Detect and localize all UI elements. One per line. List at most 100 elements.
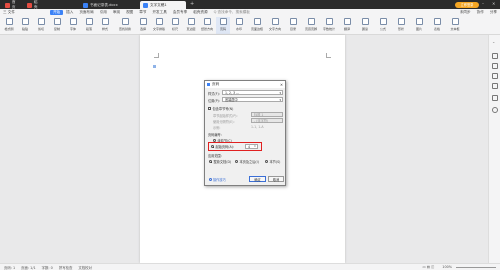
shape-icon	[397, 18, 405, 25]
zoom-level[interactable]: 100%	[442, 265, 452, 269]
start-at-spinner[interactable]: 4 ⇕	[245, 144, 258, 149]
new-tab-icon[interactable]: +	[190, 1, 194, 7]
ribbon-button[interactable]: 公式	[376, 17, 390, 34]
ribbon-button[interactable]: 页码	[216, 17, 230, 34]
tab-document-1-label: 书面记录表.docx	[90, 2, 118, 7]
page-corner-mark	[154, 53, 159, 58]
paragraph-icon	[85, 18, 93, 25]
ribbon-button[interactable]: 页面边框	[250, 17, 264, 34]
shape-panel-icon[interactable]	[492, 73, 498, 79]
status-proofread[interactable]: 文档校对	[78, 265, 92, 270]
ribbon-button[interactable]: 字体	[66, 17, 80, 34]
ribbon-button[interactable]: 水印	[232, 17, 246, 34]
ribbon-button[interactable]: 目录	[286, 17, 300, 34]
menu-insert[interactable]: 插入	[63, 10, 76, 15]
ribbon-button[interactable]: 粘贴	[18, 17, 32, 34]
ribbon-button[interactable]: 选择	[136, 17, 150, 34]
ribbon-button[interactable]: 文本框	[448, 17, 462, 34]
separator-label: 使用分隔符(E):	[213, 120, 235, 124]
ribbon-button[interactable]: 复制	[50, 17, 64, 34]
search-command-input[interactable]: Q 查找命令、搜索模板	[211, 10, 253, 15]
close-icon[interactable]: ✕	[492, 1, 495, 6]
ribbon-button[interactable]: 形状	[394, 17, 408, 34]
read-aloud-icon	[361, 18, 369, 25]
apply-this-page-after-radio[interactable]: 本页及之后(I)	[235, 159, 259, 164]
menu-member[interactable]: 会员专享	[170, 10, 190, 15]
menu-file[interactable]: 三 文件	[0, 10, 18, 15]
menu-section[interactable]: 章节	[136, 10, 149, 15]
menu-docer-resources[interactable]: 稻壳资源	[190, 10, 210, 15]
tips-link[interactable]: 操作技巧	[209, 177, 226, 182]
chapter-start-label: 章节起始样式(P):	[213, 114, 238, 118]
header-footer-icon	[307, 18, 315, 25]
help-icon[interactable]	[492, 107, 498, 113]
tab-home[interactable]: 首页	[2, 0, 22, 9]
ribbon-button[interactable]: 段落	[82, 17, 96, 34]
style-panel-icon[interactable]	[492, 53, 498, 59]
ribbon-button[interactable]: 字数统计	[322, 17, 336, 34]
menu-developer[interactable]: 开发工具	[149, 10, 169, 15]
ribbon-button[interactable]: 剪切	[34, 17, 48, 34]
tab-docer[interactable]: 稻壳	[24, 0, 44, 9]
position-select[interactable]: 底端居中 ▾	[222, 97, 283, 102]
dialog-close-icon[interactable]: ✕	[280, 83, 283, 87]
collab-button[interactable]: 协作	[474, 10, 487, 15]
tab-document-2[interactable]: 文字文稿1	[140, 1, 186, 9]
orientation-icon	[203, 18, 211, 25]
ribbon-button[interactable]: 样式	[98, 17, 112, 34]
status-spell-check[interactable]: 拼写检查	[59, 265, 73, 270]
ribbon-button[interactable]: 查找替换	[118, 17, 132, 34]
arrow-icon[interactable]: ⌃	[492, 41, 498, 47]
text-direction-icon	[271, 18, 279, 25]
menu-review[interactable]: 审阅	[110, 10, 123, 15]
position-label: 位置(P):	[208, 99, 220, 103]
ribbon-button[interactable]: 表格	[430, 17, 444, 34]
menu-references[interactable]: 引用	[97, 10, 110, 15]
apply-this-section-radio[interactable]: 本节(S)	[265, 159, 280, 164]
font-icon	[69, 18, 77, 25]
ruler-icon	[171, 18, 179, 25]
word-count-icon	[325, 18, 333, 25]
dialog-icon	[207, 83, 210, 86]
sync-status[interactable]: 未同步	[457, 10, 474, 15]
ok-button[interactable]: 确定	[249, 176, 266, 182]
backup-icon[interactable]	[492, 95, 498, 101]
doc-icon	[143, 2, 148, 8]
menu-view[interactable]: 视图	[123, 10, 136, 15]
minimize-icon[interactable]: –	[482, 1, 484, 6]
ribbon-button[interactable]: 格式刷	[2, 17, 16, 34]
view-mode-icon[interactable]: ▭ ▤ ◫	[423, 265, 435, 269]
start-at-radio[interactable]: 起始页码(A):	[211, 144, 234, 149]
apply-whole-document-radio[interactable]: 整篇文档(D)	[209, 159, 231, 164]
ribbon-button[interactable]: 页眉页脚	[304, 17, 318, 34]
style-select[interactable]: 1, 2, 3 ... ▾	[222, 90, 283, 95]
radio	[235, 160, 238, 163]
radio	[211, 145, 214, 148]
example-value: 1-1, 1-A	[251, 125, 264, 129]
text-layout-icon	[155, 18, 163, 25]
cancel-button[interactable]: 取消	[268, 176, 284, 182]
ribbon-button[interactable]: 文字方向	[268, 17, 282, 34]
zoom-slider[interactable]	[456, 266, 496, 268]
tab-document-1[interactable]: 书面记录表.docx	[80, 1, 140, 9]
apply-label: 应用范围:	[208, 154, 222, 158]
status-words[interactable]: 字数: 0	[42, 265, 53, 270]
login-badge[interactable]: 立即登录	[455, 1, 479, 8]
ribbon-button[interactable]: 标尺	[168, 17, 182, 34]
property-icon[interactable]	[492, 83, 498, 89]
find-replace-icon	[121, 18, 129, 25]
ribbon-button[interactable]: 图片	[412, 17, 426, 34]
ribbon-button[interactable]: 翻译	[340, 17, 354, 34]
right-sidebar: ⌃	[488, 35, 500, 263]
share-button[interactable]: 分享	[487, 10, 500, 15]
ribbon-button[interactable]: 朗读	[358, 17, 372, 34]
ribbon-button[interactable]: 页边距	[184, 17, 198, 34]
ribbon-button[interactable]: 文字排版	[152, 17, 166, 34]
menu-page-layout[interactable]: 页面布局	[76, 10, 96, 15]
menu-home[interactable]: 开始	[49, 10, 64, 15]
include-chapter-checkbox[interactable]: 包含章节号(N)	[208, 106, 233, 111]
status-pages: 页面: 1/1	[21, 265, 36, 270]
ribbon-button[interactable]: 纸张方向	[200, 17, 214, 34]
edit-icon[interactable]	[492, 63, 498, 69]
picture-icon	[415, 18, 423, 25]
